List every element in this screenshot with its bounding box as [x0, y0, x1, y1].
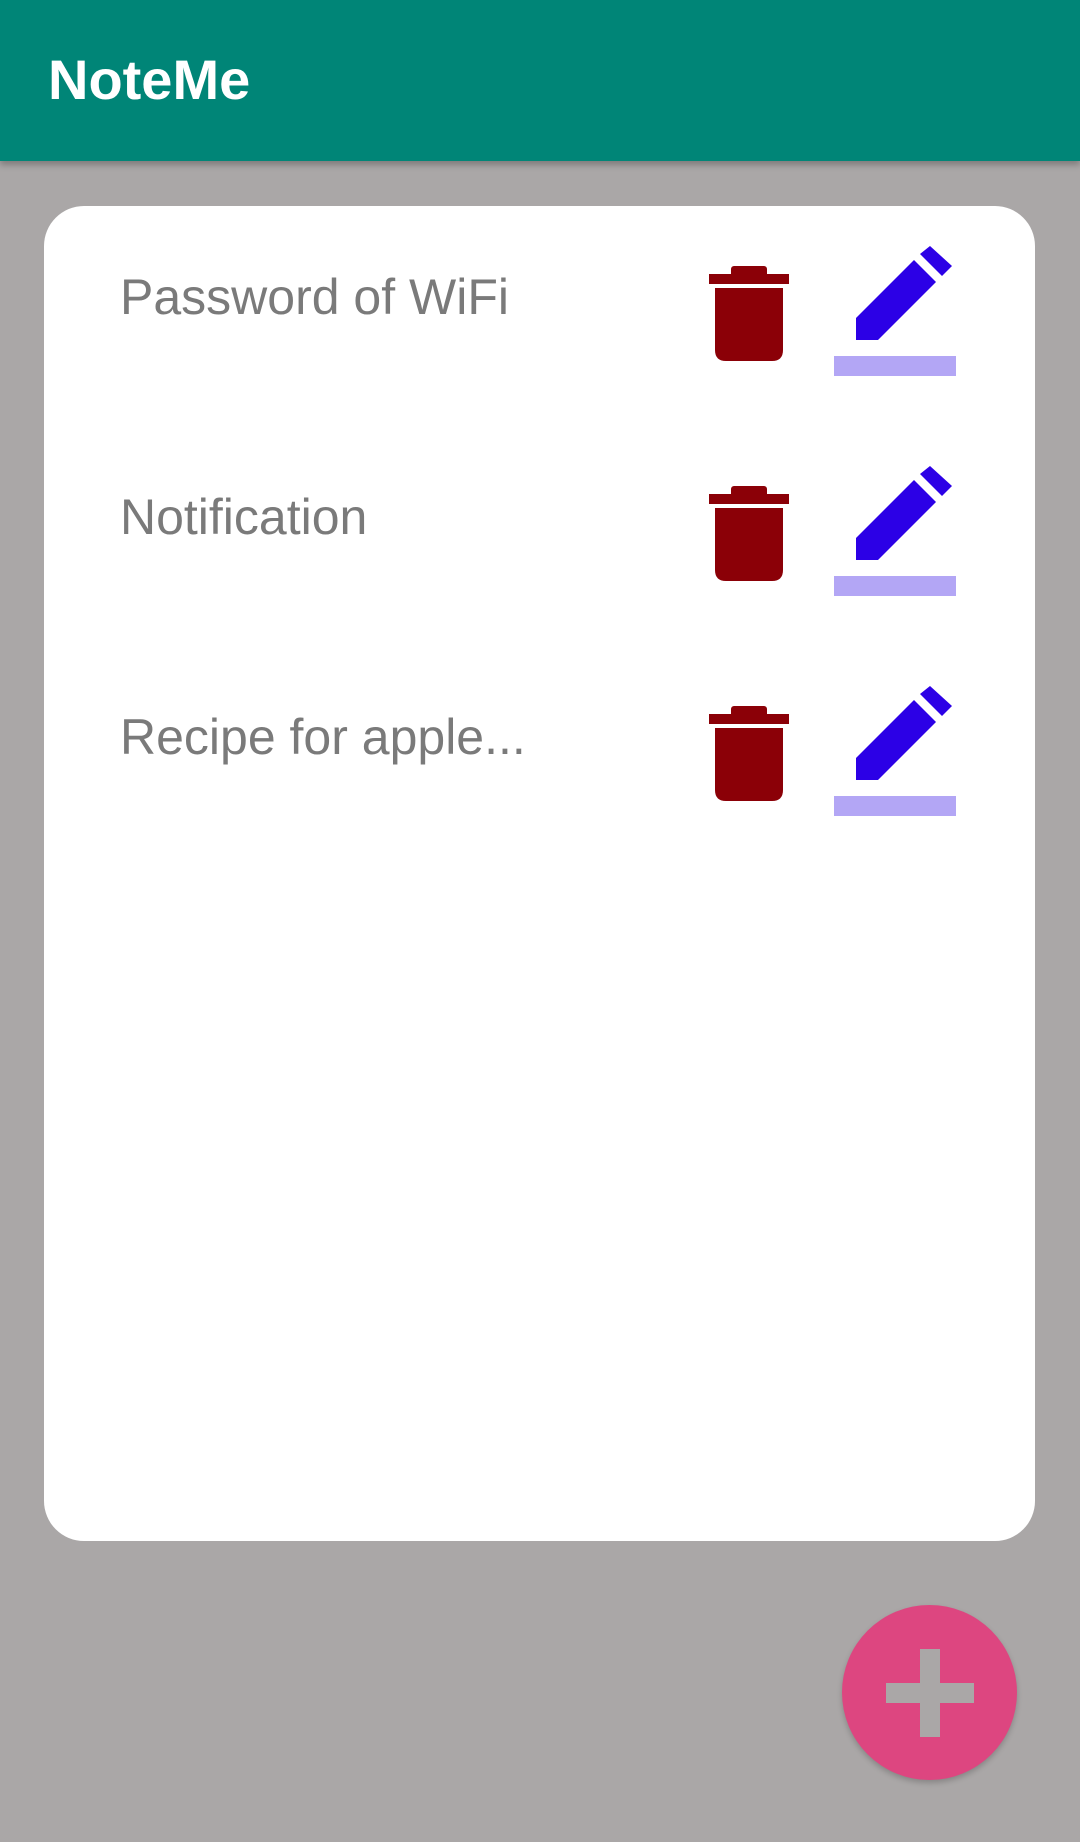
trash-icon: [709, 486, 789, 581]
notes-list: Password of WiFi Notification Recipe for…: [44, 206, 1035, 1541]
trash-icon: [709, 266, 789, 361]
add-note-button[interactable]: [842, 1605, 1017, 1780]
delete-note-button[interactable]: [709, 486, 789, 586]
plus-icon: [886, 1649, 974, 1737]
note-title[interactable]: Password of WiFi: [120, 266, 509, 328]
trash-icon: [709, 706, 789, 801]
note-item[interactable]: Password of WiFi: [44, 246, 1035, 376]
delete-note-button[interactable]: [709, 266, 789, 366]
note-title[interactable]: Recipe for apple...: [120, 706, 526, 768]
note-item[interactable]: Notification: [44, 466, 1035, 596]
app-title: NoteMe: [48, 48, 251, 111]
edit-note-button[interactable]: [834, 686, 964, 816]
app-bar: NoteMe: [0, 0, 1080, 161]
delete-note-button[interactable]: [709, 706, 789, 806]
pencil-icon: [834, 246, 956, 376]
note-item[interactable]: Recipe for apple...: [44, 686, 1035, 816]
pencil-icon: [834, 686, 956, 816]
pencil-icon: [834, 466, 956, 596]
edit-note-button[interactable]: [834, 246, 964, 376]
note-title[interactable]: Notification: [120, 486, 367, 548]
edit-note-button[interactable]: [834, 466, 964, 596]
